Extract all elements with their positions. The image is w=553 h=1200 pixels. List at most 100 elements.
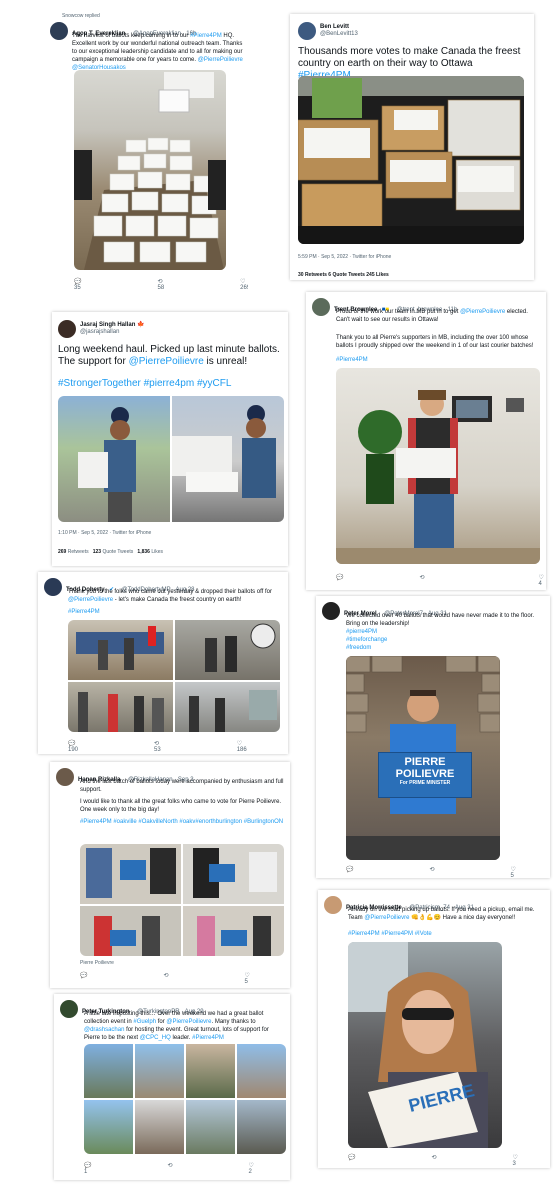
reply-button[interactable]: 💬 — [80, 972, 125, 985]
photo[interactable] — [183, 906, 284, 956]
avatar[interactable] — [312, 298, 330, 316]
hashtag-link[interactable]: #Pierre4PM — [336, 356, 368, 364]
photo[interactable] — [237, 1044, 286, 1098]
retweet-button[interactable]: ⟲ — [431, 1154, 474, 1167]
retweet-button[interactable]: ⟲ — [429, 866, 472, 878]
hashtag-link[interactable]: #Pierre4PM — [68, 608, 100, 616]
retweet-button[interactable]: ⟲ — [167, 1162, 210, 1175]
like-count[interactable]: 1,836 — [137, 549, 150, 555]
reply-icon: 💬 — [80, 973, 88, 979]
photo[interactable] — [80, 844, 181, 904]
avatar[interactable] — [60, 1000, 78, 1018]
mention-link[interactable]: @PierrePoilievre — [129, 356, 204, 367]
photo[interactable] — [68, 620, 173, 680]
timestamp[interactable]: 5:59 PM · Sep 5, 2022 · Twitter for iPho… — [298, 254, 391, 260]
like-button[interactable]: ♡ 5 — [245, 972, 288, 985]
retweet-button[interactable]: ⟲ — [419, 574, 500, 587]
avatar[interactable] — [324, 896, 342, 914]
hashtags[interactable]: #StrongerTogether #pierre4pm #yyCFL — [58, 378, 231, 389]
avatar[interactable] — [44, 578, 62, 596]
cardboard-boxes-graphic — [298, 76, 524, 244]
quote-label: Quote Tweets — [102, 549, 134, 555]
reply-button[interactable]: 💬 — [336, 574, 381, 587]
mention-link[interactable]: @PierrePoilievre — [166, 1019, 211, 1025]
mention-link[interactable]: @drashsachan — [84, 1027, 124, 1033]
photo[interactable] — [175, 620, 280, 680]
hashtags[interactable]: #Pierre4PM #Pierre4PM #IVote — [348, 930, 432, 938]
photo[interactable] — [135, 1044, 184, 1098]
mention-link[interactable]: @PierrePoilievre — [68, 597, 113, 603]
photo[interactable] — [135, 1100, 184, 1154]
like-button[interactable]: ♡ 3 — [513, 1154, 550, 1167]
avatar[interactable] — [58, 320, 76, 338]
group-photo-graphic — [76, 626, 164, 670]
hashtag-link[interactable]: #freedom — [346, 644, 371, 652]
author-name[interactable]: Ben Levitt — [320, 24, 358, 31]
hashtag-link[interactable]: #Guelph — [133, 1019, 156, 1025]
tweet-hanan-rizkalla: Hanan Rizkalla @RizkallaHanan · Sep 3 An… — [50, 762, 290, 988]
like-button[interactable]: ♡ 2 — [249, 1162, 290, 1175]
reply-button[interactable]: 💬 190 — [68, 740, 116, 753]
mention-link[interactable]: @PierrePoilievre — [460, 309, 505, 315]
woman-in-car-photo[interactable]: PIERRE — [348, 942, 502, 1148]
photo[interactable] — [186, 1100, 235, 1154]
author-handle[interactable]: @jasrajshallan — [80, 329, 145, 336]
photo[interactable] — [58, 396, 170, 522]
man-holding-ballots-photo[interactable] — [336, 368, 540, 564]
photo[interactable] — [68, 682, 173, 732]
woman-in-car-graphic — [348, 942, 488, 1148]
reply-button[interactable]: 💬 — [346, 866, 391, 878]
retweet-button[interactable]: ⟲ 53 — [154, 740, 199, 753]
hashtag-link[interactable]: #pierre4PM — [346, 628, 377, 636]
retweet-icon: ⟲ — [163, 973, 169, 979]
men-with-ballots-graphic — [205, 623, 276, 672]
photo[interactable] — [175, 682, 280, 732]
ballot-boxes-trunk-photo[interactable] — [298, 76, 524, 244]
retweet-count[interactable]: 269 — [58, 549, 66, 555]
timestamp[interactable]: 1:10 PM · Sep 5, 2022 · Twitter for iPho… — [58, 530, 151, 536]
hashtags[interactable]: #Pierre4PM #oakville #OakvilleNorth #oak… — [80, 818, 284, 826]
photo[interactable] — [186, 1044, 235, 1098]
like-button[interactable]: ♡ 4 — [539, 574, 546, 587]
reply-button[interactable]: 💬 — [348, 1154, 393, 1167]
hashtag-link[interactable]: #Pierre4PM — [190, 33, 222, 39]
sign-line-2: POILIEVRE — [395, 768, 455, 780]
photo[interactable] — [172, 396, 284, 522]
photo[interactable] — [84, 1044, 133, 1098]
mention-link[interactable]: @PierrePoilievre — [364, 915, 409, 921]
photo[interactable] — [237, 1100, 286, 1154]
avatar[interactable] — [322, 602, 340, 620]
tweet-text: Proud of the work our team in MB put in … — [336, 309, 528, 323]
avatar[interactable] — [298, 22, 316, 40]
author-name[interactable]: Jasraj Singh Hallan — [80, 322, 135, 328]
hashtag-link[interactable]: #timeforchange — [346, 636, 387, 644]
tweet-text: Thank you to the folks who came out yest… — [68, 589, 273, 603]
photo[interactable] — [183, 844, 284, 904]
man-with-sign-photo[interactable]: PIERRE POILIEVRE For PRIME MINISTER — [346, 656, 500, 860]
retweet-button[interactable]: ⟲ — [163, 972, 206, 985]
retweet-button[interactable]: ⟲ 58 — [157, 278, 202, 291]
sign-holders-graphic — [193, 848, 277, 898]
quote-count[interactable]: 123 — [93, 549, 101, 555]
photo-grid — [80, 844, 284, 956]
outdoor-group-graphic — [189, 690, 277, 732]
tweet-actions: 💬 ⟲ ♡ 5 — [80, 972, 290, 985]
engagement-stats[interactable]: 30 Retweets 6 Quote Tweets 245 Likes — [298, 272, 389, 278]
hashtag-link[interactable]: #Pierre4PM — [192, 1035, 224, 1041]
like-button[interactable]: ♡ 186 — [237, 740, 285, 753]
author-handle[interactable]: @BenLevitt13 — [320, 31, 358, 38]
tweet-text-2: Thank you to all Pierre's supporters in … — [336, 335, 534, 349]
like-button[interactable]: ♡ 269 — [240, 278, 248, 291]
tweet-text-2: I would like to thank all the great folk… — [80, 799, 282, 813]
avatar[interactable] — [56, 768, 74, 786]
reply-button[interactable]: 💬 1 — [84, 1162, 129, 1175]
replied-label: Snowcow replied — [62, 13, 100, 19]
mention-link[interactable]: @CPC_HQ — [140, 1035, 171, 1041]
ballot-table-photo[interactable] — [74, 70, 226, 270]
like-button[interactable]: ♡ 5 — [511, 866, 550, 878]
reply-button[interactable]: 💬 35 — [74, 278, 119, 291]
avatar[interactable] — [50, 22, 68, 40]
photo[interactable] — [84, 1100, 133, 1154]
tweet-peter-morel: Peter Morel @PeterMorel7 · Aug 31 We col… — [316, 596, 550, 878]
photo[interactable] — [80, 906, 181, 956]
